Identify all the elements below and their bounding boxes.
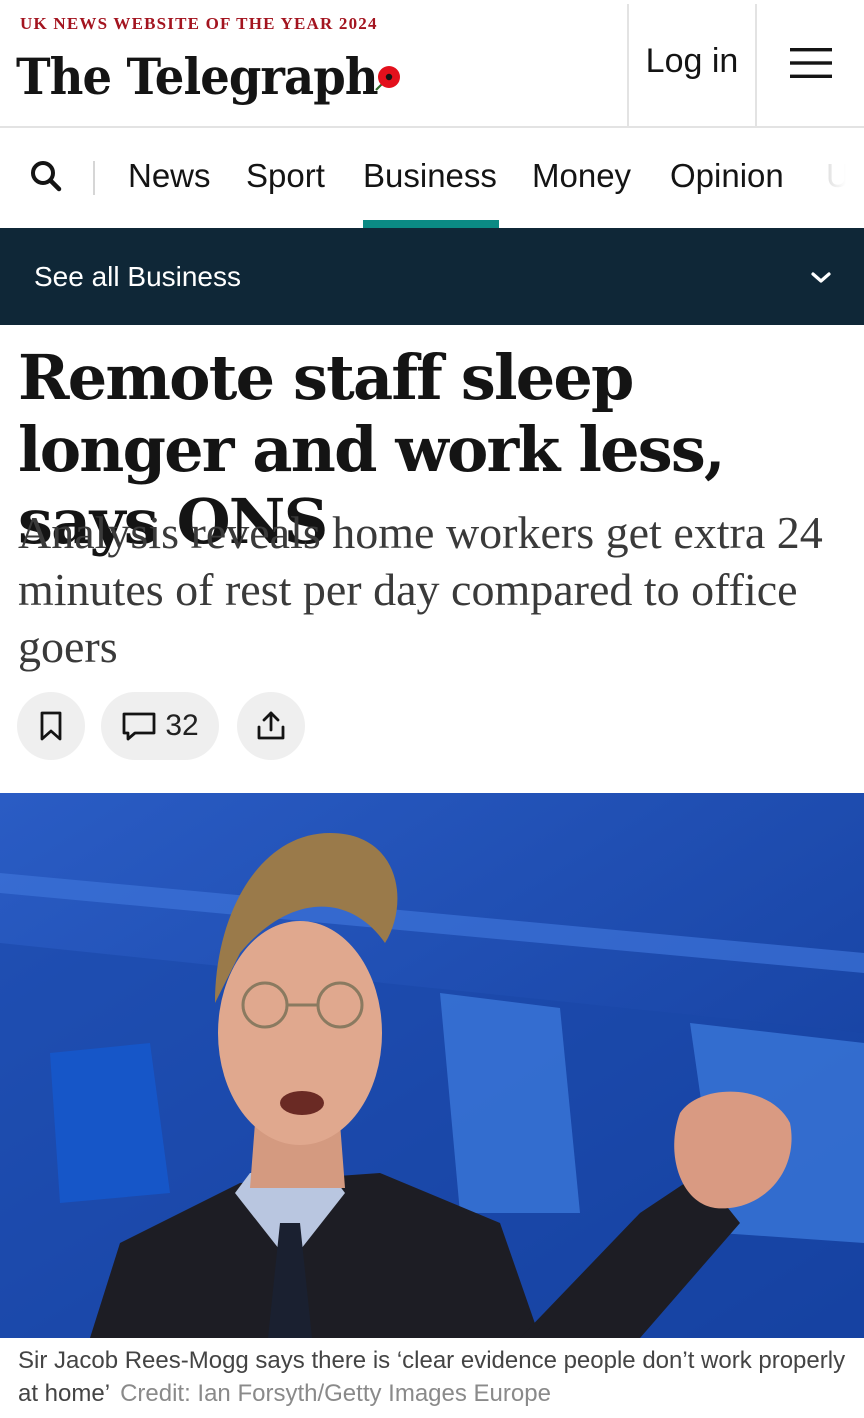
nav-item-business[interactable]: Business	[363, 128, 497, 228]
bookmark-icon	[40, 711, 62, 741]
see-all-label: See all Business	[34, 260, 242, 292]
bookmark-button[interactable]	[17, 692, 85, 760]
login-button[interactable]: Log in	[629, 0, 755, 126]
logo-wordmark: The Telegraph	[16, 46, 379, 106]
active-nav-indicator	[363, 220, 499, 228]
section-nav: News Sport Business Money Opinion U	[0, 128, 864, 228]
comment-icon	[122, 712, 156, 741]
hamburger-menu-icon	[789, 48, 832, 78]
nav-fade	[804, 128, 864, 228]
chevron-down-icon	[811, 272, 831, 283]
comment-count: 32	[165, 709, 199, 742]
award-banner: UK NEWS WEBSITE OF THE YEAR 2024	[20, 14, 378, 33]
share-button[interactable]	[237, 692, 305, 760]
telegraph-logo[interactable]: The Telegraph	[16, 40, 405, 112]
photo-caption: Sir Jacob Rees-Mogg says there is ‘clear…	[18, 1344, 848, 1410]
nav-item-opinion[interactable]: Opinion	[670, 128, 784, 228]
nav-item-news[interactable]: News	[128, 128, 211, 228]
article-standfirst: Analysis reveals home workers get extra …	[18, 507, 823, 672]
poppy-icon	[375, 66, 400, 91]
nav-item-money[interactable]: Money	[532, 128, 631, 228]
photo-credit: Credit: Ian Forsyth/Getty Images Europe	[120, 1380, 551, 1407]
nav-divider	[93, 161, 95, 195]
site-header: UK NEWS WEBSITE OF THE YEAR 2024 The Tel…	[0, 0, 864, 128]
share-icon	[257, 711, 285, 740]
nav-item-sport[interactable]: Sport	[246, 128, 325, 228]
see-all-section-bar[interactable]: See all Business	[0, 228, 864, 325]
hero-photo-illustration	[0, 793, 864, 1338]
hero-photo[interactable]	[0, 793, 864, 1338]
menu-button[interactable]	[757, 0, 864, 126]
comments-button[interactable]: 32	[101, 692, 219, 760]
search-icon[interactable]	[26, 156, 66, 196]
